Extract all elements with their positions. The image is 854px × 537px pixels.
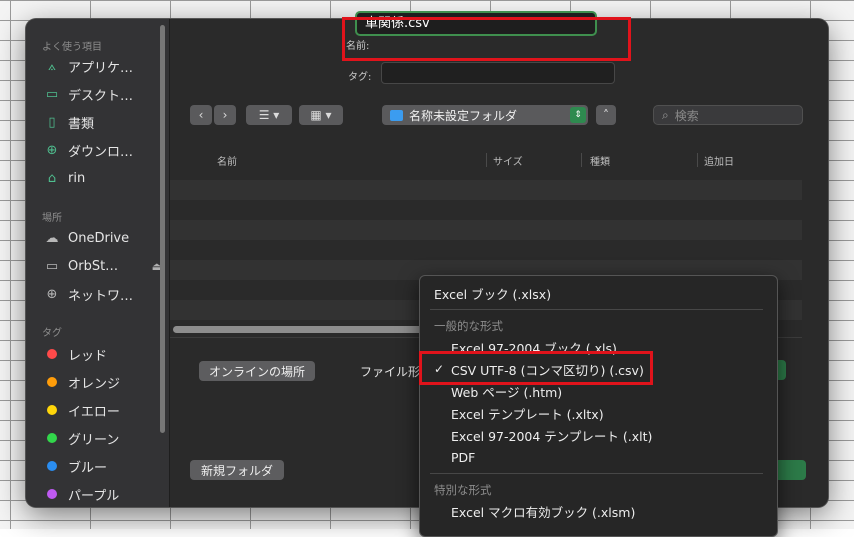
sidebar-item-label: rin xyxy=(68,170,86,186)
sidebar-heading-favorites: よく使う項目 xyxy=(42,42,102,53)
menu-item-xltx[interactable]: Excel テンプレート (.xltx) xyxy=(420,402,777,424)
menu-item-xlsm[interactable]: Excel マクロ有効ブック (.xlsm) xyxy=(420,500,777,522)
tag-label: タグ: xyxy=(348,72,372,83)
menu-item-label: Excel テンプレート (.xltx) xyxy=(451,406,604,422)
sidebar-tag-blue[interactable]: ブルー xyxy=(44,455,162,477)
chevron-up-icon: ˄ xyxy=(603,108,609,122)
sidebar-item-label: OneDrive xyxy=(68,230,130,246)
chevron-updown-icon: ⇕ xyxy=(570,107,586,123)
sidebar-item-network[interactable]: ⊕ ネットワ… xyxy=(44,283,162,305)
sidebar-item-label: レッド xyxy=(68,348,108,364)
sidebar-item-onedrive[interactable]: ☁ OneDrive xyxy=(44,227,162,249)
menu-item-label: PDF xyxy=(451,449,476,465)
sidebar: よく使う項目 ⟑ アプリケ… ▭ デスクト… ▯ 書類 ⊕ ダウンロ… ⌂ ri… xyxy=(26,19,170,507)
list-icon: ☰ ▾ xyxy=(258,108,280,122)
collapse-button[interactable]: ˄ xyxy=(596,105,616,125)
tag-color-dot xyxy=(47,433,57,443)
sidebar-item-label: OrbSt… xyxy=(68,258,119,274)
documents-icon: ▯ xyxy=(48,114,56,130)
home-icon: ⌂ xyxy=(47,170,57,186)
computer-icon: ▭ xyxy=(45,258,59,274)
list-view-button[interactable]: ☰ ▾ xyxy=(246,105,292,125)
menu-item-label: Excel マクロ有効ブック (.xlsm) xyxy=(451,504,636,520)
file-format-label: ファイル形 xyxy=(360,365,421,379)
menu-item-label: Excel 97-2004 テンプレート (.xlt) xyxy=(451,428,653,444)
menu-separator xyxy=(430,309,763,310)
sidebar-item-desktop[interactable]: ▭ デスクト… xyxy=(44,83,162,105)
sidebar-item-applications[interactable]: ⟑ アプリケ… xyxy=(44,55,162,77)
online-locations-button[interactable]: オンラインの場所 xyxy=(199,361,315,381)
sidebar-item-label: ブルー xyxy=(68,460,108,476)
back-button[interactable]: ‹ xyxy=(190,105,212,125)
menu-separator xyxy=(430,473,763,474)
search-icon: ⌕ xyxy=(662,107,669,122)
new-folder-button[interactable]: 新規フォルダ xyxy=(190,460,284,480)
column-header-row: 名前 サイズ 種類 追加日 xyxy=(170,150,802,170)
applications-icon: ⟑ xyxy=(48,58,56,74)
sidebar-item-label: ネットワ… xyxy=(68,288,134,304)
horizontal-scrollbar[interactable] xyxy=(173,326,433,333)
sidebar-item-label: パープル xyxy=(68,488,120,504)
menu-heading-special: 特別な形式 xyxy=(434,483,492,497)
highlight-box-filename xyxy=(342,17,631,61)
sidebar-tag-green[interactable]: グリーン xyxy=(44,427,162,449)
folder-icon xyxy=(390,109,403,121)
tag-color-dot xyxy=(47,349,57,359)
column-header-size[interactable]: サイズ xyxy=(493,153,523,168)
highlight-box-csv xyxy=(419,351,653,385)
search-placeholder: 検索 xyxy=(674,108,699,123)
list-row xyxy=(170,180,802,200)
sidebar-scrollbar[interactable] xyxy=(160,25,165,433)
column-header-kind[interactable]: 種類 xyxy=(590,153,610,168)
column-separator xyxy=(581,153,582,167)
column-separator xyxy=(697,153,698,167)
tag-color-dot xyxy=(47,489,57,499)
chevron-right-icon: › xyxy=(222,108,228,122)
cloud-icon: ☁ xyxy=(45,230,59,246)
column-header-date[interactable]: 追加日 xyxy=(704,153,734,168)
menu-heading-common: 一般的な形式 xyxy=(434,319,503,333)
search-field[interactable]: ⌕ 検索 xyxy=(653,105,803,125)
forward-button[interactable]: › xyxy=(214,105,236,125)
sidebar-item-home[interactable]: ⌂ rin xyxy=(44,167,162,189)
folder-select[interactable]: 名称未設定フォルダ ⇕ xyxy=(382,105,588,125)
sidebar-item-label: デスクト… xyxy=(68,88,134,104)
grid-view-button[interactable]: ▦ ▾ xyxy=(299,105,343,125)
sidebar-tag-orange[interactable]: オレンジ xyxy=(44,371,162,393)
file-format-menu: Excel ブック (.xlsx) 一般的な形式 Excel 97-2004 ブ… xyxy=(419,275,778,537)
sidebar-item-label: アプリケ… xyxy=(68,60,134,76)
folder-select-label: 名称未設定フォルダ xyxy=(409,108,518,123)
menu-item-xlsx[interactable]: Excel ブック (.xlsx) xyxy=(420,282,777,304)
column-separator xyxy=(486,153,487,167)
menu-item-pdf[interactable]: PDF xyxy=(420,446,777,468)
sidebar-tag-purple[interactable]: パープル xyxy=(44,483,162,505)
sidebar-tag-yellow[interactable]: イエロー xyxy=(44,399,162,421)
sidebar-item-label: イエロー xyxy=(68,404,120,420)
chevron-left-icon: ‹ xyxy=(198,108,204,122)
sidebar-item-label: 書類 xyxy=(68,116,95,132)
sidebar-heading-tags: タグ xyxy=(42,328,62,339)
sidebar-tag-red[interactable]: レッド xyxy=(44,343,162,365)
menu-item-xlt[interactable]: Excel 97-2004 テンプレート (.xlt) xyxy=(420,424,777,446)
desktop-icon: ▭ xyxy=(45,86,59,102)
sidebar-item-label: グリーン xyxy=(68,432,120,448)
network-icon: ⊕ xyxy=(46,286,58,302)
sidebar-item-computer[interactable]: ▭ OrbSt… ⏏ xyxy=(44,255,162,277)
tag-color-dot xyxy=(47,461,57,471)
list-row xyxy=(170,220,802,240)
menu-item-label: Excel ブック (.xlsx) xyxy=(434,286,552,302)
sidebar-heading-locations: 場所 xyxy=(42,213,62,224)
sidebar-item-documents[interactable]: ▯ 書類 xyxy=(44,111,162,133)
grid-icon: ▦ ▾ xyxy=(310,108,332,122)
downloads-icon: ⊕ xyxy=(46,142,58,158)
tag-input[interactable] xyxy=(381,62,615,84)
tag-color-dot xyxy=(47,405,57,415)
sidebar-item-label: オレンジ xyxy=(68,376,121,392)
sidebar-item-label: ダウンロ… xyxy=(68,144,134,160)
tag-color-dot xyxy=(47,377,57,387)
column-header-name[interactable]: 名前 xyxy=(217,153,237,168)
sidebar-item-downloads[interactable]: ⊕ ダウンロ… xyxy=(44,139,162,161)
